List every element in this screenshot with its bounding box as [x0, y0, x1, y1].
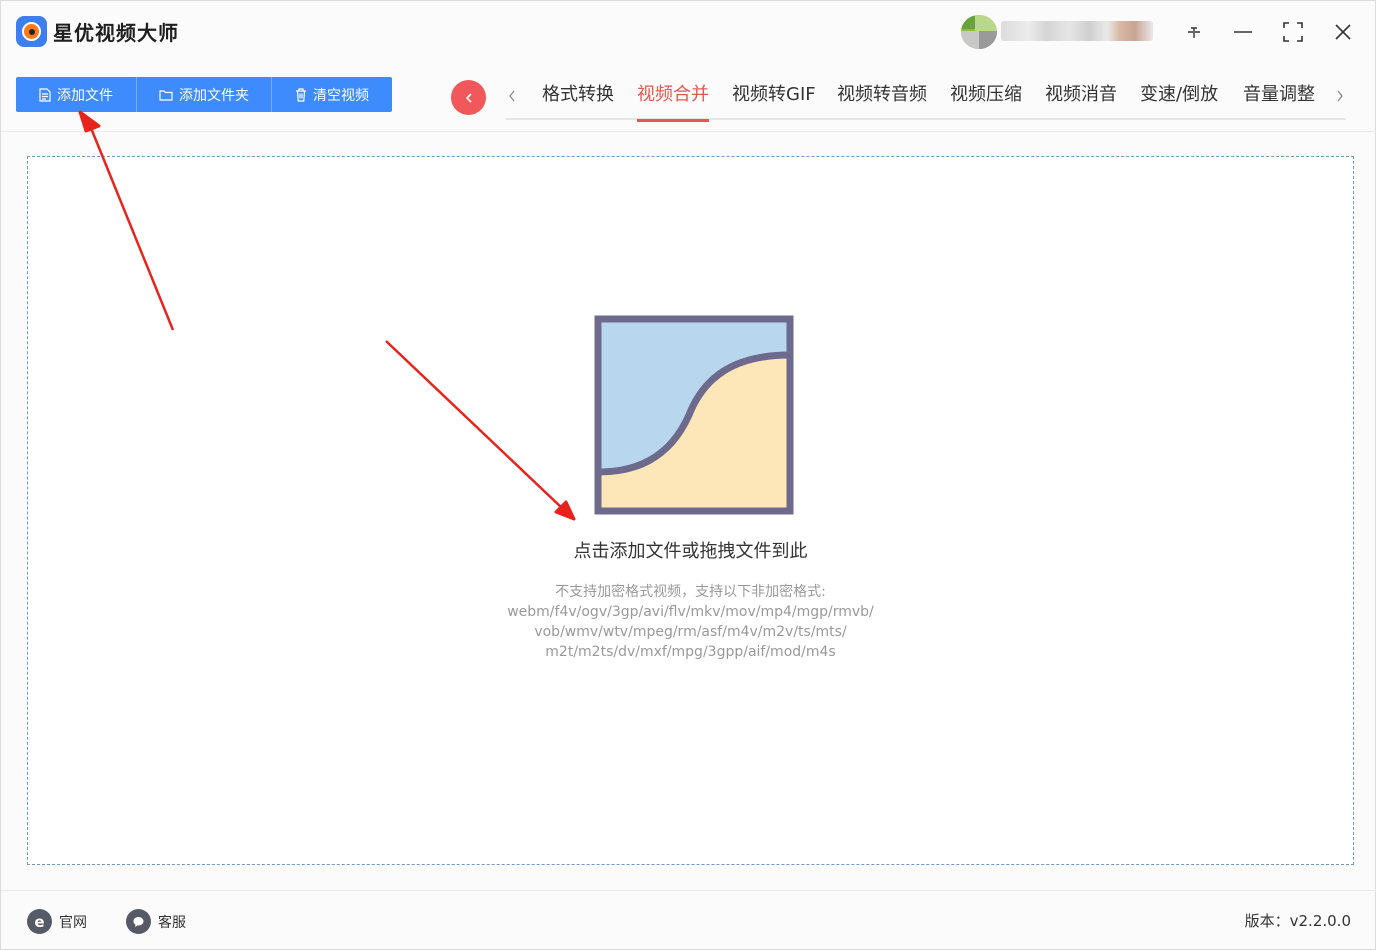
trash-icon: [296, 87, 306, 102]
footer-divider: [1, 890, 1376, 891]
hint-line: m2t/m2ts/dv/mxf/mpg/3gpp/aif/mod/m4s: [545, 644, 836, 660]
file-drop-zone[interactable]: 点击添加文件或拖拽文件到此 不支持加密格式视频，支持以下非加密格式: webm/…: [27, 156, 1354, 865]
pin-icon[interactable]: [1177, 15, 1211, 49]
file-icon: [39, 87, 51, 102]
app-window: 星优视频大师 添加文件 添加文件夹 清空视频 格式转换 视频合并 视频转GIF …: [0, 0, 1376, 950]
add-file-button[interactable]: 添加文件: [16, 77, 137, 112]
tab-format-convert[interactable]: 格式转换: [542, 83, 614, 120]
close-icon[interactable]: [1326, 15, 1360, 49]
back-button[interactable]: [451, 80, 486, 115]
hint-line: 不支持加密格式视频，支持以下非加密格式:: [555, 584, 826, 600]
app-logo-icon: [16, 16, 47, 47]
clear-videos-label: 清空视频: [313, 87, 369, 104]
folder-icon: [159, 89, 173, 101]
file-toolbar: 添加文件 添加文件夹 清空视频: [16, 77, 392, 112]
chevron-left-icon: [465, 92, 472, 103]
chevron-right-icon: [1337, 90, 1343, 102]
username-redacted: [1001, 21, 1153, 41]
hint-line: vob/wmv/wtv/mpeg/rm/asf/m4v/m2v/ts/mts/: [534, 624, 847, 640]
tab-video-merge[interactable]: 视频合并: [637, 83, 709, 122]
title-bar: 星优视频大师: [1, 1, 1376, 63]
version-text: 版本：v2.2.0.0: [1244, 912, 1351, 930]
customer-service-link[interactable]: 客服: [126, 909, 186, 934]
ie-icon: e: [27, 909, 52, 934]
user-avatar[interactable]: [961, 15, 997, 49]
tab-video-mute[interactable]: 视频消音: [1045, 83, 1117, 120]
supported-formats-hint: 不支持加密格式视频，支持以下非加密格式: webm/f4v/ogv/3gp/av…: [28, 582, 1353, 662]
add-folder-label: 添加文件夹: [179, 87, 249, 104]
clear-videos-button[interactable]: 清空视频: [272, 77, 392, 112]
minimize-icon[interactable]: [1226, 15, 1260, 49]
tab-speed-reverse[interactable]: 变速/倒放: [1140, 83, 1218, 120]
tab-scroll-right[interactable]: [1331, 85, 1349, 107]
maximize-icon[interactable]: [1276, 15, 1310, 49]
website-label: 官网: [59, 914, 87, 931]
header-divider: [1, 131, 1376, 132]
tab-scroll-left[interactable]: [503, 85, 521, 107]
tab-video-to-audio[interactable]: 视频转音频: [837, 83, 927, 120]
hint-line: webm/f4v/ogv/3gp/avi/flv/mkv/mov/mp4/mgp…: [507, 604, 874, 620]
add-file-label: 添加文件: [57, 87, 113, 104]
tab-video-to-gif[interactable]: 视频转GIF: [732, 83, 816, 120]
website-link[interactable]: e 官网: [27, 909, 87, 934]
chat-icon: [126, 909, 151, 934]
function-tabs: 格式转换 视频合并 视频转GIF 视频转音频 视频压缩 视频消音 变速/倒放 音…: [506, 77, 1346, 122]
tab-video-compress[interactable]: 视频压缩: [950, 83, 1022, 120]
drop-zone-title: 点击添加文件或拖拽文件到此: [573, 541, 808, 562]
customer-service-label: 客服: [158, 914, 186, 931]
add-folder-button[interactable]: 添加文件夹: [137, 77, 272, 112]
image-placeholder-icon: [594, 315, 794, 515]
tab-volume-adjust[interactable]: 音量调整: [1243, 83, 1315, 120]
app-title: 星优视频大师: [53, 21, 179, 45]
chevron-left-icon: [509, 90, 515, 102]
